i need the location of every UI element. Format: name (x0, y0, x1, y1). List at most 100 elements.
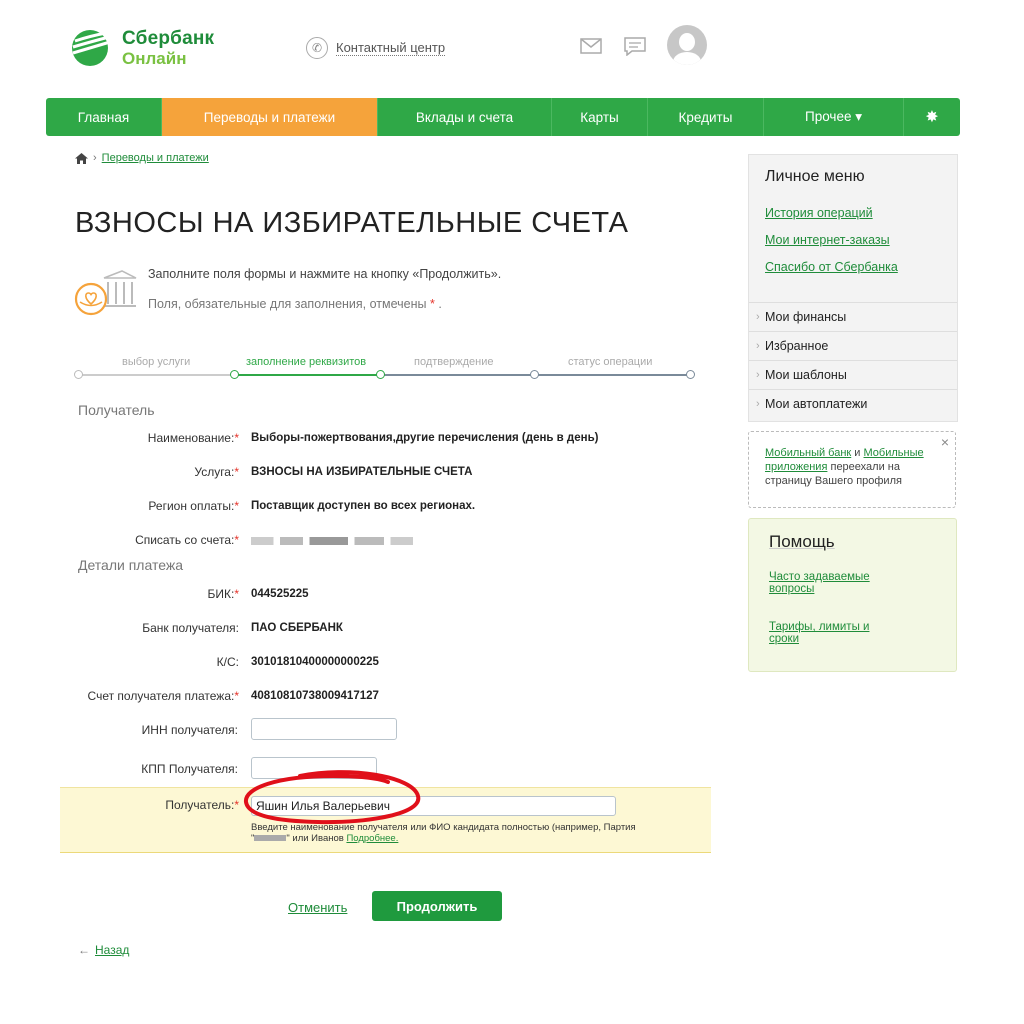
recipient-account-label-text: Счет получателя платежа: (87, 689, 235, 703)
region-value: Поставщик доступен во всех регионах. (251, 500, 476, 512)
required-mark: * (430, 297, 435, 311)
nav-item-credits[interactable]: Кредиты (648, 98, 764, 136)
breadcrumb-link-transfers[interactable]: Переводы и платежи (102, 152, 209, 164)
ks-value: 30101810400000000225 (251, 656, 379, 668)
personal-menu: Личное меню История операций Мои интерне… (748, 154, 958, 422)
required-note-end: . (438, 297, 442, 311)
help-link-faq[interactable]: Часто задаваемые вопросы (769, 571, 889, 595)
cancel-link[interactable]: Отменить (288, 900, 347, 915)
step-line-4 (534, 374, 690, 376)
debit-account-label-text: Списать со счета: (135, 533, 235, 547)
required-mark: * (234, 465, 239, 479)
step-dot-fill-details (376, 370, 385, 379)
help-title[interactable]: Помощь (769, 532, 835, 552)
logo-text-line2: Онлайн (122, 49, 187, 68)
debit-account-redacted[interactable] (251, 537, 413, 545)
service-value: ВЗНОСЫ НА ИЗБИРАТЕЛЬНЫЕ СЧЕТА (251, 466, 473, 478)
name-label-text: Наименование: (147, 431, 235, 445)
continue-button[interactable]: Продолжить (372, 891, 502, 921)
mobile-notice-and: и (854, 447, 861, 459)
service-label: Услуга:* (0, 465, 239, 479)
breadcrumb-separator: › (93, 152, 97, 164)
main-nav: Главная Переводы и платежи Вклады и счет… (46, 98, 960, 136)
link-spasibo[interactable]: Спасибо от Сбербанка (765, 260, 898, 274)
bik-label-text: БИК: (207, 587, 235, 601)
phone-icon: ✆ (306, 37, 328, 59)
help-box: Помощь Часто задаваемые вопросы Тарифы, … (748, 518, 957, 672)
step-dot-select-service (230, 370, 239, 379)
ks-label: К/С: (216, 655, 239, 669)
contact-center[interactable]: ✆ Контактный центр (306, 36, 446, 60)
progress-steps: выбор услуги заполнение реквизитов подтв… (74, 356, 695, 386)
nav-item-cards[interactable]: Карты (552, 98, 648, 136)
required-note-text: Поля, обязательные для заполнения, отмеч… (148, 297, 427, 311)
more-info-link[interactable]: Подробнее. (346, 833, 398, 844)
step-dot-confirm (530, 370, 539, 379)
link-operations-history[interactable]: История операций (765, 206, 873, 220)
required-mark: * (234, 689, 239, 703)
step-dot-status (686, 370, 695, 379)
bank-label: Банк получателя: (142, 621, 239, 635)
required-fields-note: Поля, обязательные для заполнения, отмеч… (148, 297, 442, 311)
step-dot-start (74, 370, 83, 379)
gear-icon[interactable]: ✸ (904, 98, 960, 136)
avatar-icon[interactable] (667, 25, 707, 65)
recipient-label-text: Получатель: (165, 798, 235, 812)
region-label-text: Регион оплаты: (148, 499, 235, 513)
mail-icon[interactable] (580, 38, 602, 54)
form-hint: Заполните поля формы и нажмите на кнопку… (148, 267, 502, 281)
bank-value: ПАО СБЕРБАНК (251, 622, 343, 634)
recipient-account-value: 40810810738009417127 (251, 690, 379, 702)
nav-item-deposits[interactable]: Вклады и счета (378, 98, 552, 136)
recipient-label: Получатель:* (0, 798, 239, 812)
close-icon[interactable]: × (941, 435, 949, 449)
section-title-recipient: Получатель (78, 402, 155, 418)
nav-item-transfers[interactable]: Переводы и платежи (162, 98, 378, 136)
inn-input[interactable] (251, 718, 397, 740)
name-value: Выборы-пожертвования,другие перечисления… (251, 432, 599, 444)
step-label-confirm: подтверждение (414, 356, 494, 368)
sberbank-logo-icon (72, 30, 111, 66)
bik-label: БИК:* (0, 587, 240, 601)
required-mark: * (234, 499, 239, 513)
step-line-3 (380, 374, 534, 376)
menu-row-templates[interactable]: Мои шаблоны (749, 360, 957, 390)
breadcrumb: › Переводы и платежи (75, 152, 209, 164)
debit-account-label: Списать со счета:* (0, 533, 239, 547)
chat-icon[interactable] (624, 37, 646, 56)
back-link-text[interactable]: Назад (95, 943, 129, 957)
nav-item-home[interactable]: Главная (46, 98, 162, 136)
mobile-notice: × Мобильный банк и Мобильные приложения … (748, 431, 956, 508)
step-label-status: статус операции (568, 356, 653, 368)
home-icon[interactable] (75, 152, 88, 164)
required-mark: * (234, 533, 239, 547)
menu-row-autopayments[interactable]: Мои автоплатежи (749, 389, 957, 419)
kpp-label: КПП Получателя: (141, 762, 238, 776)
donation-icon (74, 270, 137, 316)
menu-row-finances[interactable]: Мои финансы (749, 302, 957, 332)
bik-value: 044525225 (251, 588, 309, 600)
red-circle-annotation (244, 770, 421, 825)
name-label: Наименование:* (0, 431, 239, 445)
step-label-select-service: выбор услуги (122, 356, 191, 368)
service-label-text: Услуга: (194, 465, 235, 479)
nav-item-other[interactable]: Прочее ▾ (764, 98, 904, 136)
required-mark: * (234, 587, 239, 601)
sberbank-logo[interactable]: Сбербанк Онлайн (70, 26, 230, 70)
step-label-fill-details: заполнение реквизитов (246, 356, 367, 368)
link-internet-orders[interactable]: Мои интернет-заказы (765, 233, 890, 247)
section-title-payment-details: Детали платежа (78, 557, 183, 573)
recipient-hint-text-2: " или Иванов (286, 833, 344, 844)
back-link[interactable]: ← Назад (78, 943, 129, 957)
personal-menu-title: Личное меню (765, 168, 865, 185)
step-line-2 (234, 374, 380, 376)
menu-row-favorites[interactable]: Избранное (749, 331, 957, 361)
region-label: Регион оплаты:* (0, 499, 239, 513)
recipient-account-label: Счет получателя платежа:* (0, 689, 239, 703)
step-line-1 (78, 374, 234, 376)
logo-text-line1: Сбербанк (122, 28, 215, 49)
help-link-tariffs[interactable]: Тарифы, лимиты и сроки (769, 621, 889, 645)
contact-center-link[interactable]: Контактный центр (336, 40, 446, 56)
page-title: ВЗНОСЫ НА ИЗБИРАТЕЛЬНЫЕ СЧЕТА (75, 207, 629, 239)
mobile-bank-link[interactable]: Мобильный банк (765, 447, 851, 459)
